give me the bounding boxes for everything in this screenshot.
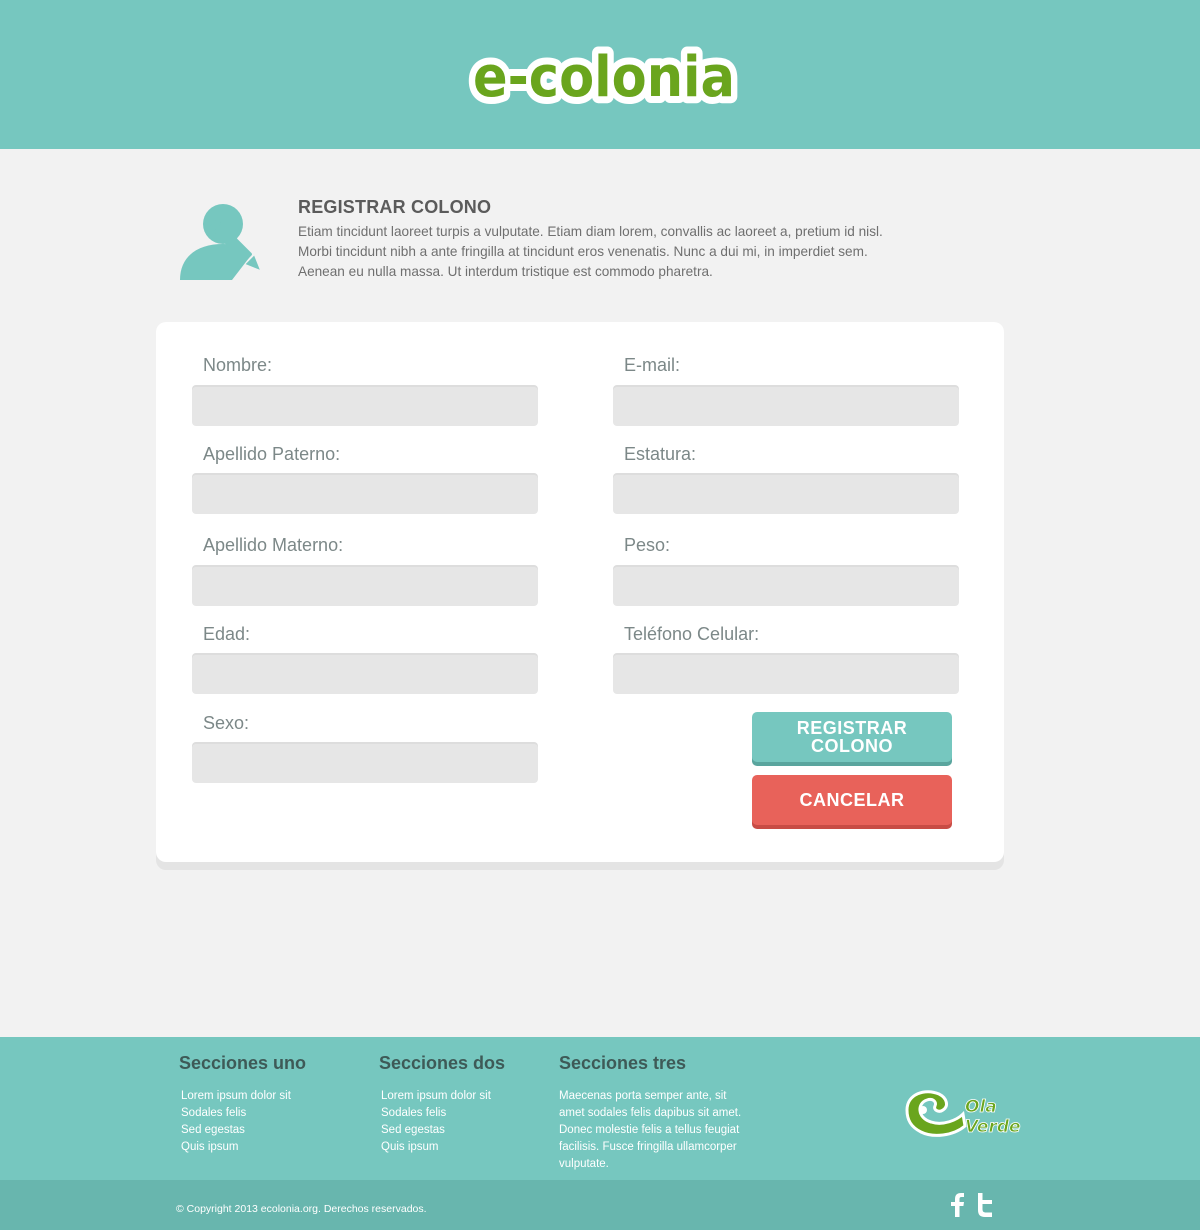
footer-section-one-title: Secciones uno [179,1053,307,1073]
ola-verde-logo-line2: Verde [965,1117,1021,1137]
cancel-button[interactable]: CANCELAR [752,775,952,825]
footer-section-three: Secciones tres Maecenas porta semper ant… [559,1053,754,1173]
apellido-paterno-input[interactable] [192,473,538,514]
email-input[interactable] [613,385,959,426]
footer-link[interactable]: Quis ipsum [381,1139,505,1156]
user-edit-icon [180,204,260,280]
footer-link[interactable]: Lorem ipsum dolor sit [381,1088,505,1105]
footer-section-three-title: Secciones tres [559,1053,687,1073]
email-label: E-mail: [624,355,681,375]
register-button-line2: COLONO [811,736,893,756]
footer-link[interactable]: Sodales felis [181,1105,306,1122]
nombre-input[interactable] [192,385,538,426]
telefono-input[interactable] [613,653,959,694]
footer-link[interactable]: Sed egestas [181,1122,306,1139]
edad-label: Edad: [203,624,251,644]
register-button[interactable]: REGISTRAR COLONO [752,712,952,762]
site-header: e-colonia e-colonia [0,0,1200,149]
page-title: REGISTRAR COLONO [298,197,492,217]
copyright-bar: © Copyright 2013 ecolonia.org. Derechos … [0,1180,1200,1230]
page-description: Etiam tincidunt laoreet turpis a vulputa… [298,224,883,279]
facebook-icon[interactable] [946,1193,968,1217]
ola-verde-logo-line1: Ola [965,1097,997,1117]
estatura-label: Estatura: [624,444,697,464]
footer-section-two-title: Secciones dos [379,1053,506,1073]
ola-verde-logo[interactable]: Ola Verde [903,1086,1021,1140]
apellido-materno-label: Apellido Materno: [203,535,344,555]
register-button-line1: REGISTRAR [796,718,908,738]
apellido-paterno-label: Apellido Paterno: [203,444,341,464]
nombre-label: Nombre: [203,355,273,375]
estatura-input[interactable] [613,473,959,514]
twitter-icon[interactable] [974,1193,996,1217]
logo-text-fill: e-colonia [473,45,735,108]
footer-link[interactable]: Quis ipsum [181,1139,306,1156]
footer-link[interactable]: Sodales felis [381,1105,505,1122]
e-colonia-logo[interactable]: e-colonia e-colonia [466,42,742,108]
footer-link[interactable]: Lorem ipsum dolor sit [181,1088,306,1105]
footer-section-two: Secciones dos Lorem ipsum dolor sit Soda… [379,1053,505,1156]
footer-section-one: Secciones uno Lorem ipsum dolor sit Soda… [179,1053,306,1156]
sexo-input[interactable] [192,742,538,783]
copyright-text: © Copyright 2013 ecolonia.org. Derechos … [176,1203,427,1215]
peso-input[interactable] [613,565,959,606]
telefono-label: Teléfono Celular: [624,624,760,644]
footer-link[interactable]: Sed egestas [381,1122,505,1139]
apellido-materno-input[interactable] [192,565,538,606]
edad-input[interactable] [192,653,538,694]
sexo-label: Sexo: [203,713,250,733]
footer-section-three-text: Maecenas porta semper ante, sit amet sod… [559,1090,742,1170]
peso-label: Peso: [624,535,671,555]
